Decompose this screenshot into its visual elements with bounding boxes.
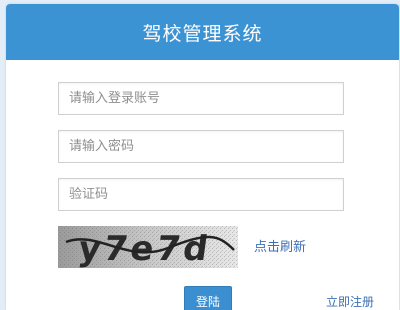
login-button[interactable]: 登陆: [184, 286, 232, 310]
refresh-captcha-link[interactable]: 点击刷新: [254, 236, 306, 255]
page-title: 驾校管理系统: [142, 22, 263, 45]
captcha-text: y7e7d: [76, 229, 213, 268]
page-background: 驾校管理系统 y7e7d: [0, 0, 400, 310]
captcha-input[interactable]: [58, 178, 344, 211]
captcha-image[interactable]: y7e7d: [58, 226, 238, 268]
login-panel: 驾校管理系统 y7e7d: [6, 4, 399, 310]
login-header: 驾校管理系统: [6, 4, 399, 60]
password-input[interactable]: [58, 130, 344, 163]
register-link[interactable]: 立即注册: [326, 293, 374, 310]
username-input[interactable]: [58, 82, 344, 115]
